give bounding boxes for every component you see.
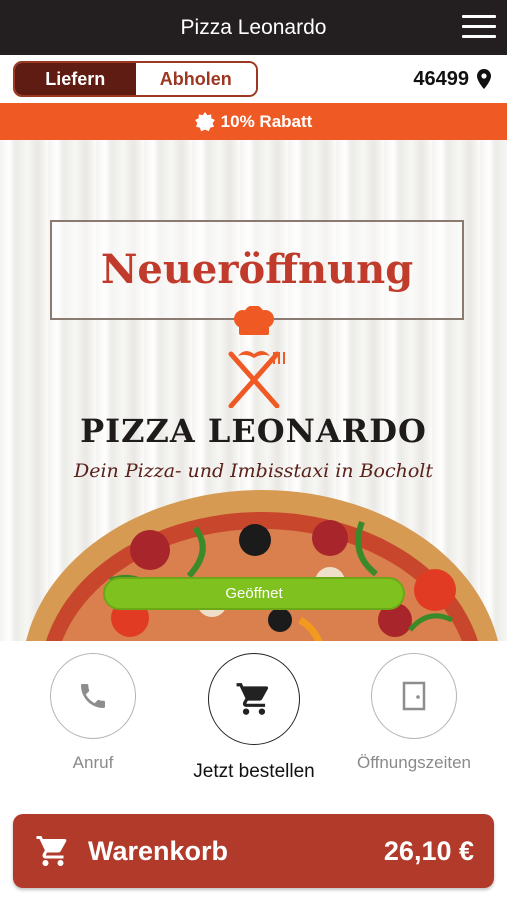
phone-icon xyxy=(81,684,105,708)
delivery-pickup-toggle: Liefern Abholen xyxy=(13,61,258,97)
app-header: Pizza Leonardo xyxy=(0,0,507,55)
call-label: Anruf xyxy=(72,753,114,772)
location-pin-icon xyxy=(477,69,491,89)
cart-label: Warenkorb xyxy=(88,836,229,866)
discount-banner[interactable]: 10% Rabatt xyxy=(0,103,507,140)
cart-button[interactable]: Warenkorb 26,10 € xyxy=(13,814,494,888)
quick-actions: Anruf Jetzt bestellen Öffnungszeiten xyxy=(0,641,507,811)
order-mode-bar: Liefern Abholen 46499 xyxy=(0,55,507,103)
delivery-option[interactable]: Liefern xyxy=(15,63,136,95)
opening-hours-circle xyxy=(371,653,457,739)
hero-heading: Neueröffnung xyxy=(100,246,414,293)
shopping-cart-icon xyxy=(36,836,67,866)
cart-total: 26,10 € xyxy=(383,836,474,866)
discount-text: 10% Rabatt xyxy=(220,111,313,131)
pickup-option[interactable]: Abholen xyxy=(135,63,256,95)
restaurant-brand: PIZZA LEONARDO xyxy=(80,412,427,450)
pizza-image xyxy=(26,490,498,641)
opening-hours-button[interactable]: Öffnungszeiten xyxy=(349,653,479,773)
chef-hat-cutlery-icon xyxy=(228,306,285,408)
call-button-circle xyxy=(50,653,136,739)
hero-banner: Neueröffnung PIZZA LEONARDO Dein Pizza- … xyxy=(0,140,507,641)
badge-icon xyxy=(194,111,215,131)
app-title: Pizza Leonardo xyxy=(180,16,327,39)
open-status-button[interactable]: Geöffnet xyxy=(103,577,405,610)
shopping-cart-icon xyxy=(236,683,269,715)
hamburger-menu-icon[interactable] xyxy=(462,15,496,40)
order-now-label: Jetzt bestellen xyxy=(193,761,315,782)
order-now-circle xyxy=(208,653,300,745)
postal-code-selector[interactable]: 46499 xyxy=(413,64,491,94)
hero-heading-frame: Neueröffnung xyxy=(50,220,464,320)
postal-code: 46499 xyxy=(413,67,469,90)
order-now-button[interactable]: Jetzt bestellen xyxy=(187,653,321,783)
opening-hours-label: Öffnungszeiten xyxy=(356,753,472,772)
door-icon xyxy=(402,681,426,711)
call-button[interactable]: Anruf xyxy=(43,653,143,773)
